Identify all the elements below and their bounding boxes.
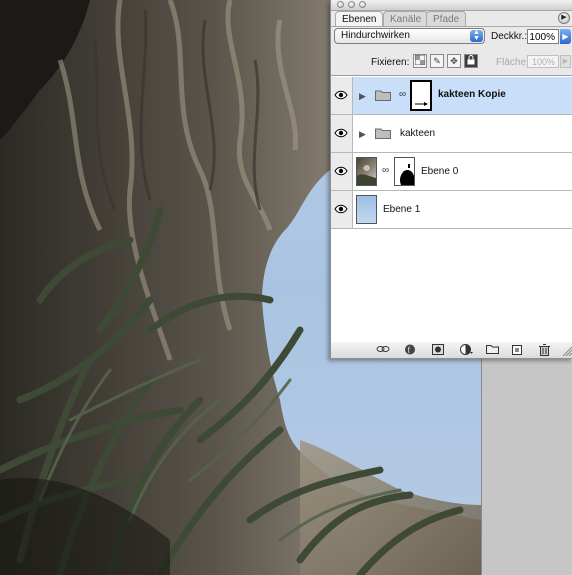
- visibility-toggle[interactable]: [331, 115, 353, 152]
- layer-row-ebene-1[interactable]: Ebene 1: [331, 191, 572, 229]
- tab-ebenen[interactable]: Ebenen: [335, 11, 384, 26]
- eye-icon: [334, 166, 348, 176]
- eye-icon: [334, 128, 348, 138]
- layer-mask-thumbnail[interactable]: [394, 157, 415, 186]
- layer-mask-thumbnail[interactable]: [410, 80, 432, 111]
- link-icon: [376, 346, 390, 352]
- lock-pixels-button[interactable]: ✎: [430, 54, 444, 68]
- layer-row-kakteen-kopie[interactable]: ▶ ∞ kakteen Kopie: [331, 77, 572, 115]
- folder-icon: [375, 128, 391, 139]
- link-layers-button[interactable]: [373, 343, 391, 356]
- minimize-window-button[interactable]: [348, 1, 355, 8]
- layer-style-icon: f: [405, 344, 415, 355]
- visibility-toggle[interactable]: [331, 191, 353, 228]
- layer-name[interactable]: Ebene 1: [383, 204, 420, 215]
- palette-titlebar[interactable]: [331, 0, 572, 11]
- blend-mode-select[interactable]: Hindurchwirken ▲ ▼: [334, 28, 485, 44]
- link-chain-icon[interactable]: ∞: [382, 165, 389, 176]
- close-window-button[interactable]: [337, 1, 344, 8]
- tab-pfade[interactable]: Pfade: [426, 11, 467, 26]
- adjustment-layer-icon: [460, 344, 473, 355]
- triangle-right-icon: ▶: [562, 58, 569, 65]
- layer-style-button[interactable]: f: [401, 343, 419, 356]
- layer-name[interactable]: kakteen: [400, 128, 435, 139]
- triangle-right-icon: ▶: [561, 14, 567, 21]
- resize-grip-icon[interactable]: [561, 343, 572, 357]
- zoom-window-button[interactable]: [359, 1, 366, 8]
- visibility-toggle[interactable]: [331, 153, 353, 190]
- layer-name[interactable]: kakteen Kopie: [438, 89, 506, 100]
- svg-text:f: f: [408, 346, 411, 355]
- fill-slider-button[interactable]: ▶: [560, 55, 571, 68]
- mask-shape-icon: [415, 102, 428, 106]
- layer-thumbnail[interactable]: [356, 157, 377, 186]
- palette-tabs: Ebenen Kanäle Pfade ▶: [331, 11, 572, 27]
- layer-name[interactable]: Ebene 0: [421, 166, 458, 177]
- triangle-right-icon: ▶: [562, 32, 569, 41]
- visibility-toggle[interactable]: [331, 77, 353, 114]
- mask-icon: [432, 344, 444, 355]
- add-mask-button[interactable]: [429, 343, 447, 356]
- palette-bottom-bar: f: [331, 342, 572, 358]
- layer-thumbnail[interactable]: [356, 195, 377, 224]
- new-layer-icon: [512, 345, 522, 355]
- opacity-slider-button[interactable]: ▶: [560, 29, 571, 44]
- eye-icon: [334, 204, 348, 214]
- brush-icon: ✎: [433, 56, 441, 66]
- lock-position-button[interactable]: ✥: [447, 54, 461, 68]
- adjustment-layer-button[interactable]: [457, 343, 475, 356]
- fill-input[interactable]: 100%: [527, 55, 559, 68]
- layer-row-kakteen[interactable]: ▶ kakteen: [331, 115, 572, 153]
- expand-triangle-icon[interactable]: ▶: [359, 91, 366, 102]
- move-icon: ✥: [450, 56, 458, 66]
- eye-icon: [334, 90, 348, 100]
- mask-shape-icon: [400, 164, 414, 185]
- lock-label: Fixieren:: [371, 57, 410, 68]
- fill-label: Fläche:: [496, 57, 529, 68]
- delete-layer-button[interactable]: [536, 343, 554, 356]
- lock-all-button[interactable]: [464, 54, 478, 68]
- palette-menu-button[interactable]: ▶: [558, 12, 570, 24]
- checkerboard-icon: [414, 54, 426, 66]
- photo-thumbnail-icon: [357, 165, 376, 185]
- link-chain-icon[interactable]: ∞: [399, 89, 406, 100]
- opacity-input[interactable]: 100%: [527, 29, 559, 44]
- updown-arrows-icon: ▲ ▼: [470, 29, 483, 42]
- layer-row-ebene-0[interactable]: ∞ Ebene 0: [331, 153, 572, 191]
- layers-palette[interactable]: Ebenen Kanäle Pfade ▶ Hindurchwirken ▲ ▼ …: [330, 0, 572, 359]
- lock-transparency-button[interactable]: [413, 54, 427, 68]
- opacity-label: Deckkr.:: [491, 31, 528, 42]
- new-layer-button[interactable]: [509, 343, 527, 356]
- folder-icon: [375, 90, 391, 101]
- tab-kanaele[interactable]: Kanäle: [383, 11, 429, 26]
- new-group-icon: [486, 345, 499, 354]
- layer-list[interactable]: ▶ ∞ kakteen Kopie ▶ kakteen ∞ Ebene 0 Eb…: [331, 75, 572, 343]
- expand-triangle-icon[interactable]: ▶: [359, 129, 366, 140]
- new-group-button[interactable]: [483, 343, 501, 356]
- lock-icon: [467, 55, 475, 65]
- trash-icon: [539, 344, 550, 356]
- blend-mode-value: Hindurchwirken: [341, 30, 410, 41]
